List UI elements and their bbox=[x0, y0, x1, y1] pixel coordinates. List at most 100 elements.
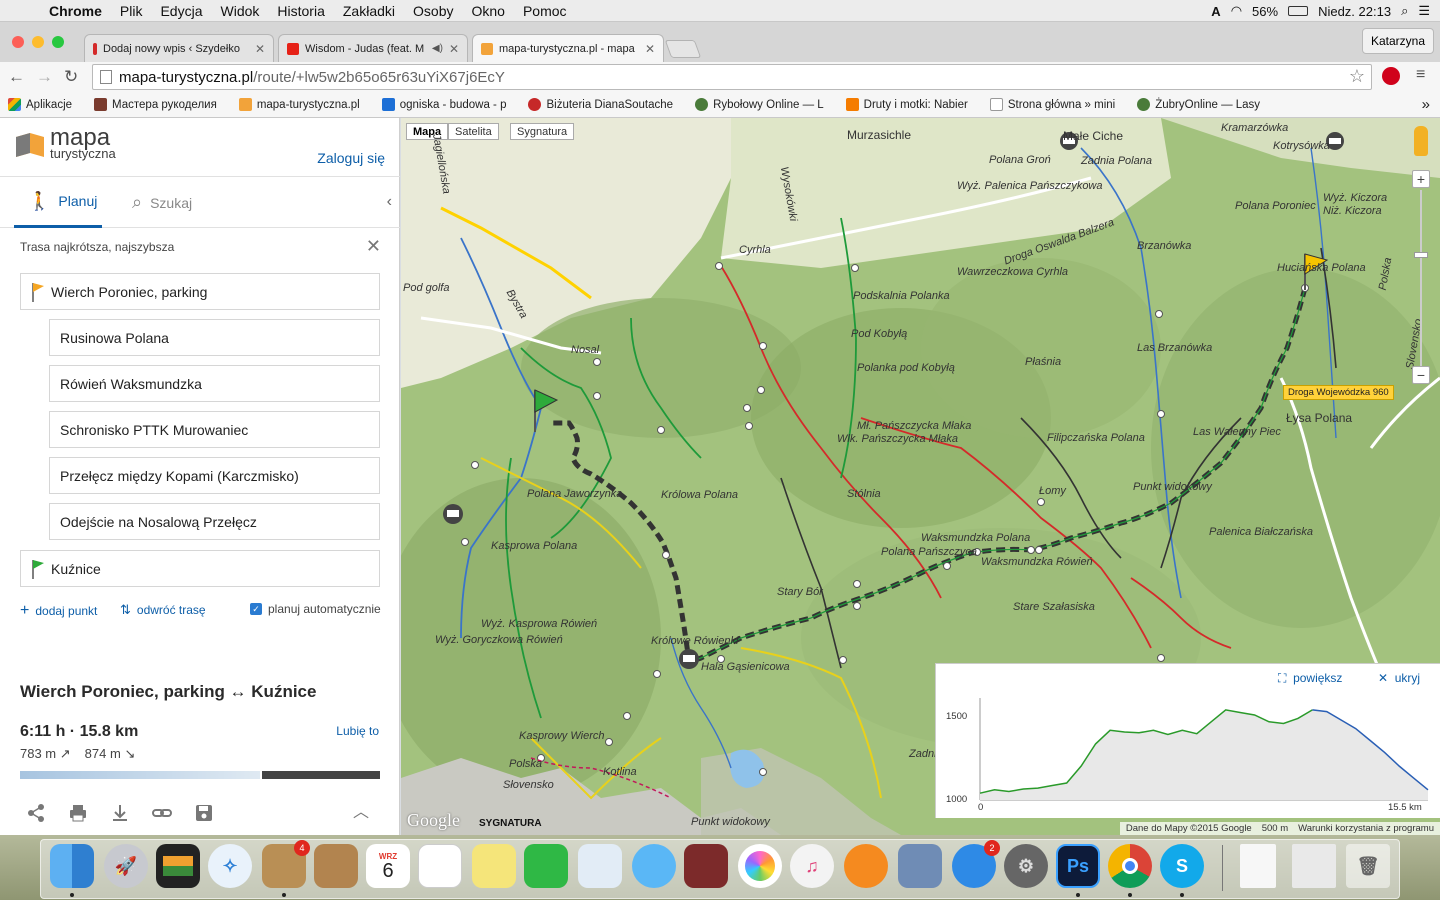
zoom-window-button[interactable] bbox=[52, 36, 64, 48]
contacts-icon[interactable] bbox=[314, 844, 358, 888]
preview-icon[interactable] bbox=[898, 844, 942, 888]
wifi-icon[interactable]: ◠ bbox=[1231, 3, 1242, 19]
link-icon[interactable] bbox=[152, 803, 172, 823]
terms-link[interactable]: Warunki korzystania z programu bbox=[1298, 823, 1434, 834]
notes-icon[interactable] bbox=[472, 844, 516, 888]
street-view-pegman-icon[interactable] bbox=[1414, 126, 1428, 156]
minimize-window-button[interactable] bbox=[32, 36, 44, 48]
menu-edit[interactable]: Edycja bbox=[151, 3, 211, 19]
mission-control-icon[interactable] bbox=[156, 844, 200, 888]
bookmark-item[interactable]: Strona główna » mini bbox=[989, 98, 1115, 111]
reminders-icon[interactable] bbox=[418, 844, 462, 888]
menu-history[interactable]: Historia bbox=[268, 3, 333, 19]
bookmark-star-icon[interactable]: ☆ bbox=[1349, 66, 1365, 87]
waypoint-end[interactable]: Kuźnice bbox=[20, 550, 380, 587]
bookmark-apps[interactable]: Aplikacje bbox=[8, 98, 72, 111]
document-icon[interactable] bbox=[1240, 844, 1276, 888]
browser-tab[interactable]: Wisdom - Judas (feat. M ◀) ✕ bbox=[278, 34, 468, 62]
trash-icon[interactable]: 🗑 bbox=[1346, 844, 1390, 888]
skype-icon[interactable]: S bbox=[1160, 844, 1204, 888]
photoshop-icon[interactable]: Ps bbox=[1056, 844, 1100, 888]
zoom-slider-track[interactable] bbox=[1420, 190, 1422, 368]
waypoint-via[interactable]: Rusinowa Polana bbox=[49, 319, 380, 356]
like-button[interactable]: Lubię to bbox=[336, 724, 379, 738]
menu-bookmarks[interactable]: Zakładki bbox=[334, 3, 404, 19]
launchpad-icon[interactable]: 🚀 bbox=[104, 844, 148, 888]
shelter-icon[interactable] bbox=[679, 649, 699, 669]
new-tab-button[interactable] bbox=[664, 40, 702, 58]
tab-search[interactable]: ⌕ Szukaj bbox=[132, 177, 192, 228]
close-tab-icon[interactable]: ✕ bbox=[255, 42, 265, 56]
share-icon[interactable] bbox=[26, 803, 46, 823]
elevation-chart[interactable] bbox=[936, 664, 1440, 819]
map-type-satellite[interactable]: Satelita bbox=[448, 123, 499, 140]
photo-thumbnails[interactable] bbox=[20, 771, 380, 779]
photo-booth-icon[interactable] bbox=[684, 844, 728, 888]
print-icon[interactable] bbox=[68, 803, 88, 823]
waypoint-start[interactable]: Wierch Poroniec, parking bbox=[20, 273, 380, 310]
forward-arrow-icon[interactable]: → bbox=[36, 67, 53, 87]
adblock-icon[interactable] bbox=[1382, 67, 1400, 85]
tab-plan[interactable]: 🚶 Planuj bbox=[14, 177, 102, 228]
chrome-menu-icon[interactable]: ≡ bbox=[1416, 66, 1425, 84]
browser-tab-active[interactable]: mapa-turystyczna.pl - mapa ✕ bbox=[472, 34, 664, 62]
back-arrow-icon[interactable]: ← bbox=[8, 67, 25, 87]
finder-icon[interactable] bbox=[50, 844, 94, 888]
zoom-slider-handle[interactable] bbox=[1414, 252, 1428, 258]
close-window-button[interactable] bbox=[12, 36, 24, 48]
downloads-stack-icon[interactable] bbox=[1292, 844, 1336, 888]
calendar-icon[interactable]: WRZ 6 bbox=[366, 844, 410, 888]
auto-plan-checkbox[interactable]: ✓ planuj automatycznie bbox=[250, 602, 381, 616]
maps-icon[interactable] bbox=[578, 844, 622, 888]
browser-tab[interactable]: Dodaj nowy wpis ‹ Szydełko ✕ bbox=[84, 34, 274, 62]
reverse-route-button[interactable]: ⇅ odwróć trasę bbox=[120, 602, 206, 618]
menu-help[interactable]: Pomoc bbox=[514, 3, 576, 19]
bookmark-item[interactable]: Rybołowy Online — L bbox=[695, 98, 824, 111]
zoom-in-button[interactable]: + bbox=[1412, 170, 1430, 188]
photos-icon[interactable] bbox=[738, 844, 782, 888]
bookmark-item[interactable]: Мастера рукоделия bbox=[94, 98, 217, 111]
zoom-out-button[interactable]: − bbox=[1412, 366, 1430, 384]
waypoint-via[interactable]: Rówień Waksmundzka bbox=[49, 365, 380, 402]
route-type-label[interactable]: Trasa najkrótsza, najszybsza bbox=[20, 240, 174, 254]
close-tab-icon[interactable]: ✕ bbox=[449, 42, 459, 56]
waypoint-via[interactable]: Odejście na Nosalową Przełęcz bbox=[49, 503, 380, 540]
audio-playing-icon[interactable]: ◀) bbox=[432, 43, 443, 54]
bookmark-item[interactable]: ogniska - budowa - p bbox=[381, 98, 506, 111]
profile-button[interactable]: Katarzyna bbox=[1361, 28, 1434, 54]
menu-view[interactable]: Widok bbox=[212, 3, 269, 19]
shelter-icon[interactable] bbox=[443, 504, 463, 524]
bookmark-item[interactable]: ŻubryOnline — Lasy bbox=[1137, 98, 1260, 111]
battery-percent[interactable]: 56% bbox=[1252, 4, 1278, 19]
map-type-signature[interactable]: Sygnatura bbox=[510, 123, 575, 140]
safari-icon[interactable]: ✧ bbox=[208, 844, 252, 888]
chevron-up-icon[interactable]: ︿ bbox=[353, 798, 369, 822]
clock[interactable]: Niedz. 22:13 bbox=[1318, 4, 1391, 19]
menu-window[interactable]: Okno bbox=[462, 3, 513, 19]
spotlight-icon[interactable]: ⌕ bbox=[1401, 3, 1408, 19]
messages-icon[interactable] bbox=[632, 844, 676, 888]
bookmark-item[interactable]: mapa-turystyczna.pl bbox=[238, 98, 360, 111]
save-icon[interactable] bbox=[194, 803, 214, 823]
itunes-icon[interactable]: ♫ bbox=[790, 844, 834, 888]
login-link[interactable]: Zaloguj się bbox=[317, 150, 385, 166]
bookmark-item[interactable]: Biżuteria DianaSoutache bbox=[528, 98, 673, 111]
mail-icon[interactable]: 4 bbox=[262, 840, 310, 888]
menu-app-name[interactable]: Chrome bbox=[40, 3, 111, 19]
site-logo[interactable]: mapa turystyczna bbox=[14, 126, 116, 162]
photo-thumbnail[interactable] bbox=[262, 771, 380, 779]
close-tab-icon[interactable]: ✕ bbox=[645, 42, 655, 56]
menu-file[interactable]: Plik bbox=[111, 3, 152, 19]
app-store-icon[interactable]: 2 bbox=[952, 840, 1000, 888]
waypoint-via[interactable]: Schronisko PTTK Murowaniec bbox=[49, 411, 380, 448]
facetime-icon[interactable] bbox=[524, 844, 568, 888]
bookmark-item[interactable]: Druty i motki: Nabier bbox=[845, 98, 968, 111]
waypoint-via[interactable]: Przełęcz między Kopami (Karczmisko) bbox=[49, 457, 380, 494]
download-icon[interactable] bbox=[110, 803, 130, 823]
system-preferences-icon[interactable]: ⚙ bbox=[1004, 844, 1048, 888]
battery-icon[interactable] bbox=[1288, 6, 1309, 16]
chrome-icon[interactable] bbox=[1108, 844, 1152, 888]
adobe-icon[interactable]: A bbox=[1211, 4, 1220, 19]
add-point-button[interactable]: + dodaj punkt bbox=[20, 602, 97, 620]
more-bookmarks-icon[interactable]: » bbox=[1422, 96, 1430, 113]
